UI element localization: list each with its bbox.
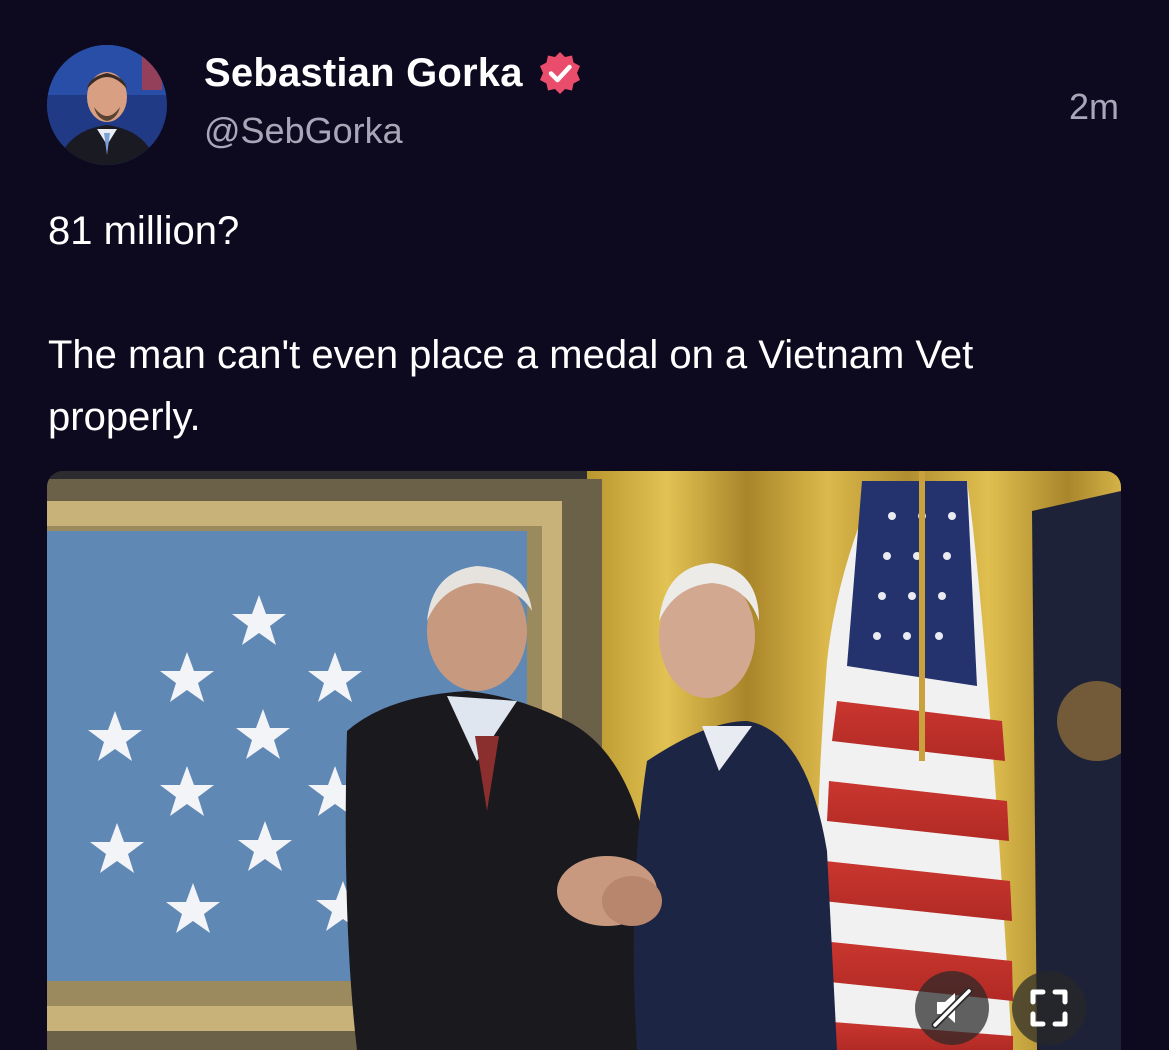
- post-paragraph: The man can't even place a medal on a Vi…: [48, 333, 974, 439]
- author-handle[interactable]: @SebGorka: [204, 110, 403, 152]
- post-card: Sebastian Gorka @SebGorka 2m 81 million?…: [0, 0, 1169, 1050]
- post-body: 81 million? The man can't even place a m…: [48, 200, 1123, 448]
- post-paragraph: 81 million?: [48, 209, 240, 253]
- verified-badge-icon: [539, 52, 580, 94]
- video-player[interactable]: [47, 471, 1121, 1050]
- author-name-row[interactable]: Sebastian Gorka: [204, 50, 583, 96]
- muted-speaker-icon: [931, 987, 973, 1029]
- author-avatar[interactable]: [47, 45, 167, 165]
- fullscreen-icon: [1030, 989, 1068, 1027]
- avatar-image: [47, 45, 167, 165]
- post-timestamp[interactable]: 2m: [1069, 86, 1119, 128]
- mute-button[interactable]: [915, 971, 989, 1045]
- author-display-name[interactable]: Sebastian Gorka: [204, 51, 523, 96]
- fullscreen-button[interactable]: [1012, 971, 1086, 1045]
- video-frame: [47, 471, 1121, 1050]
